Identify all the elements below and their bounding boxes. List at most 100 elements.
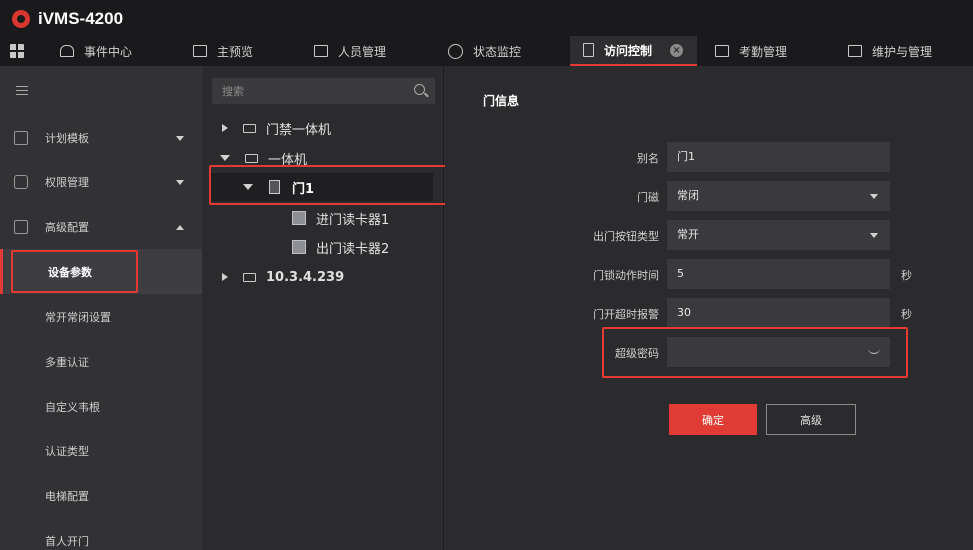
collapse-arrow-icon[interactable] [243, 184, 253, 190]
card-reader-icon [292, 240, 306, 254]
search-icon[interactable] [414, 84, 425, 95]
tab-attendance[interactable]: 考勤管理 [715, 36, 787, 66]
exit-button-type-select[interactable]: 常开 [667, 220, 890, 250]
tree-node-label: 进门读卡器1 [316, 212, 390, 228]
chevron-down-icon [176, 135, 184, 141]
sidebar-subitem-multi-auth[interactable]: 多重认证 [0, 339, 202, 384]
sidebar-subitem-label: 多重认证 [45, 356, 89, 369]
app-title: iVMS-4200 [38, 9, 124, 28]
tab-person-management[interactable]: 人员管理 [314, 36, 386, 66]
person-card-icon [314, 45, 328, 57]
tree-node-access-terminal[interactable]: 门禁一体机 [222, 114, 331, 142]
field-label: 出门按钮类型 [593, 230, 659, 243]
gauge-icon [448, 43, 463, 59]
settings-doc-icon [14, 220, 28, 234]
template-icon [14, 131, 28, 145]
field-label: 门开超时报警 [593, 308, 659, 321]
door-contact-select[interactable]: 常闭 [667, 181, 890, 211]
app-brand: iVMS-4200 [12, 9, 123, 29]
tab-label: 人员管理 [338, 44, 387, 59]
sidebar-item-label: 高级配置 [45, 221, 89, 234]
device-tree-panel: 门禁一体机 一体机 门1 进门读卡器1 出门读卡器2 10.3.4.239 [202, 66, 444, 550]
alias-input[interactable]: 门1 [667, 142, 890, 172]
menu-toggle-icon[interactable] [16, 86, 28, 95]
grid-menu-icon[interactable] [10, 44, 24, 58]
tree-node-label: 门禁一体机 [266, 122, 332, 138]
tree-node-card-reader-in[interactable]: 进门读卡器1 [292, 204, 389, 232]
sidebar-subitem-label: 认证类型 [45, 445, 89, 458]
unit-label: 秒 [901, 308, 912, 321]
tree-node-label: 出门读卡器2 [316, 241, 390, 257]
expand-arrow-icon[interactable] [222, 273, 228, 281]
tab-status-monitor[interactable]: 状态监控 [448, 36, 521, 66]
sidebar-item-label: 权限管理 [45, 176, 89, 189]
expand-arrow-icon[interactable] [222, 124, 228, 132]
field-alias: 别名 门1 [445, 142, 973, 172]
sidebar-subitem-label: 电梯配置 [45, 490, 89, 503]
sidebar-subitem-auth-type[interactable]: 认证类型 [0, 428, 202, 473]
hikvision-logo-icon [12, 10, 30, 28]
close-icon[interactable]: × [670, 43, 684, 57]
sidebar-subitem-elevator-config[interactable]: 电梯配置 [0, 473, 202, 518]
door-info-panel: 门信息 别名 门1 门磁 常闭 出门按钮类型 常开 门锁动作时间 5 秒 门开超… [445, 66, 973, 550]
lock-icon [14, 175, 28, 189]
sidebar-subitem-first-person-open[interactable]: 首人开门 [0, 518, 202, 550]
sidebar-item-permission[interactable]: 权限管理 [0, 160, 202, 204]
field-label: 别名 [637, 152, 659, 165]
advanced-button[interactable]: 高级 [766, 404, 856, 435]
tab-main-preview[interactable]: 主预览 [193, 36, 253, 66]
left-sidebar: 计划模板 权限管理 高级配置 设备参数 常开常闭设置 多重认证 自定义韦根 认证… [0, 66, 202, 550]
field-label: 门磁 [637, 191, 659, 204]
field-exit-button-type: 出门按钮类型 常开 [445, 220, 973, 250]
sidebar-subitem-custom-wiegand[interactable]: 自定义韦根 [0, 384, 202, 429]
tab-access-control[interactable]: 访问控制 × [570, 36, 697, 66]
chevron-up-icon [176, 224, 184, 230]
sidebar-subitem-label: 自定义韦根 [45, 401, 100, 414]
tree-node-ip-device[interactable]: 10.3.4.239 [222, 263, 344, 291]
door-icon [269, 180, 280, 194]
alarm-bell-icon [60, 45, 74, 57]
tab-label: 状态监控 [473, 44, 522, 59]
sidebar-subitem-label: 常开常闭设置 [45, 311, 111, 324]
eye-closed-icon[interactable] [868, 348, 880, 354]
sidebar-subitem-normally-open-close[interactable]: 常开常闭设置 [0, 294, 202, 339]
unit-label: 秒 [901, 269, 912, 282]
super-password-input[interactable] [667, 337, 890, 367]
main-tabs: 事件中心 主预览 人员管理 状态监控 访问控制 × 考勤管理 维护与管理 [0, 36, 973, 66]
tree-node-label: 一体机 [268, 152, 308, 168]
sidebar-item-advanced-config[interactable]: 高级配置 [0, 205, 202, 249]
field-open-timeout-alarm: 门开超时报警 30 秒 [445, 298, 973, 328]
chevron-down-icon [870, 194, 878, 199]
field-label: 门锁动作时间 [593, 269, 659, 282]
device-icon [243, 123, 256, 133]
lock-action-time-input[interactable]: 5 [667, 259, 890, 289]
field-lock-action-time: 门锁动作时间 5 秒 [445, 259, 973, 289]
field-value: 30 [677, 306, 691, 319]
field-value: 常开 [677, 228, 699, 241]
sidebar-item-schedule-template[interactable]: 计划模板 [0, 116, 202, 160]
maintenance-icon [848, 45, 862, 57]
tree-node-terminal[interactable]: 一体机 [220, 144, 307, 172]
field-value: 门1 [677, 150, 695, 163]
open-timeout-alarm-input[interactable]: 30 [667, 298, 890, 328]
collapse-arrow-icon[interactable] [220, 155, 230, 161]
tab-event-center-grid[interactable] [10, 36, 24, 66]
monitor-icon [193, 45, 207, 57]
sidebar-subitem-label: 首人开门 [45, 535, 89, 548]
device-icon [245, 153, 258, 163]
chevron-down-icon [870, 233, 878, 238]
confirm-button[interactable]: 确定 [669, 404, 757, 435]
tab-maintenance[interactable]: 维护与管理 [848, 36, 932, 66]
tab-event-center[interactable]: 事件中心 [60, 36, 132, 66]
tree-node-card-reader-out[interactable]: 出门读卡器2 [292, 233, 389, 261]
chevron-down-icon [176, 179, 184, 185]
section-title: 门信息 [483, 94, 520, 108]
tree-node-label: 门1 [292, 181, 315, 197]
device-icon [243, 272, 256, 282]
search-input[interactable] [212, 78, 435, 104]
sidebar-subitem-device-params[interactable]: 设备参数 [0, 249, 202, 294]
field-value: 常闭 [677, 189, 699, 202]
sidebar-item-label: 计划模板 [45, 132, 89, 145]
tree-node-door-1[interactable]: 门1 [211, 173, 433, 201]
tab-label: 访问控制 [604, 43, 653, 58]
